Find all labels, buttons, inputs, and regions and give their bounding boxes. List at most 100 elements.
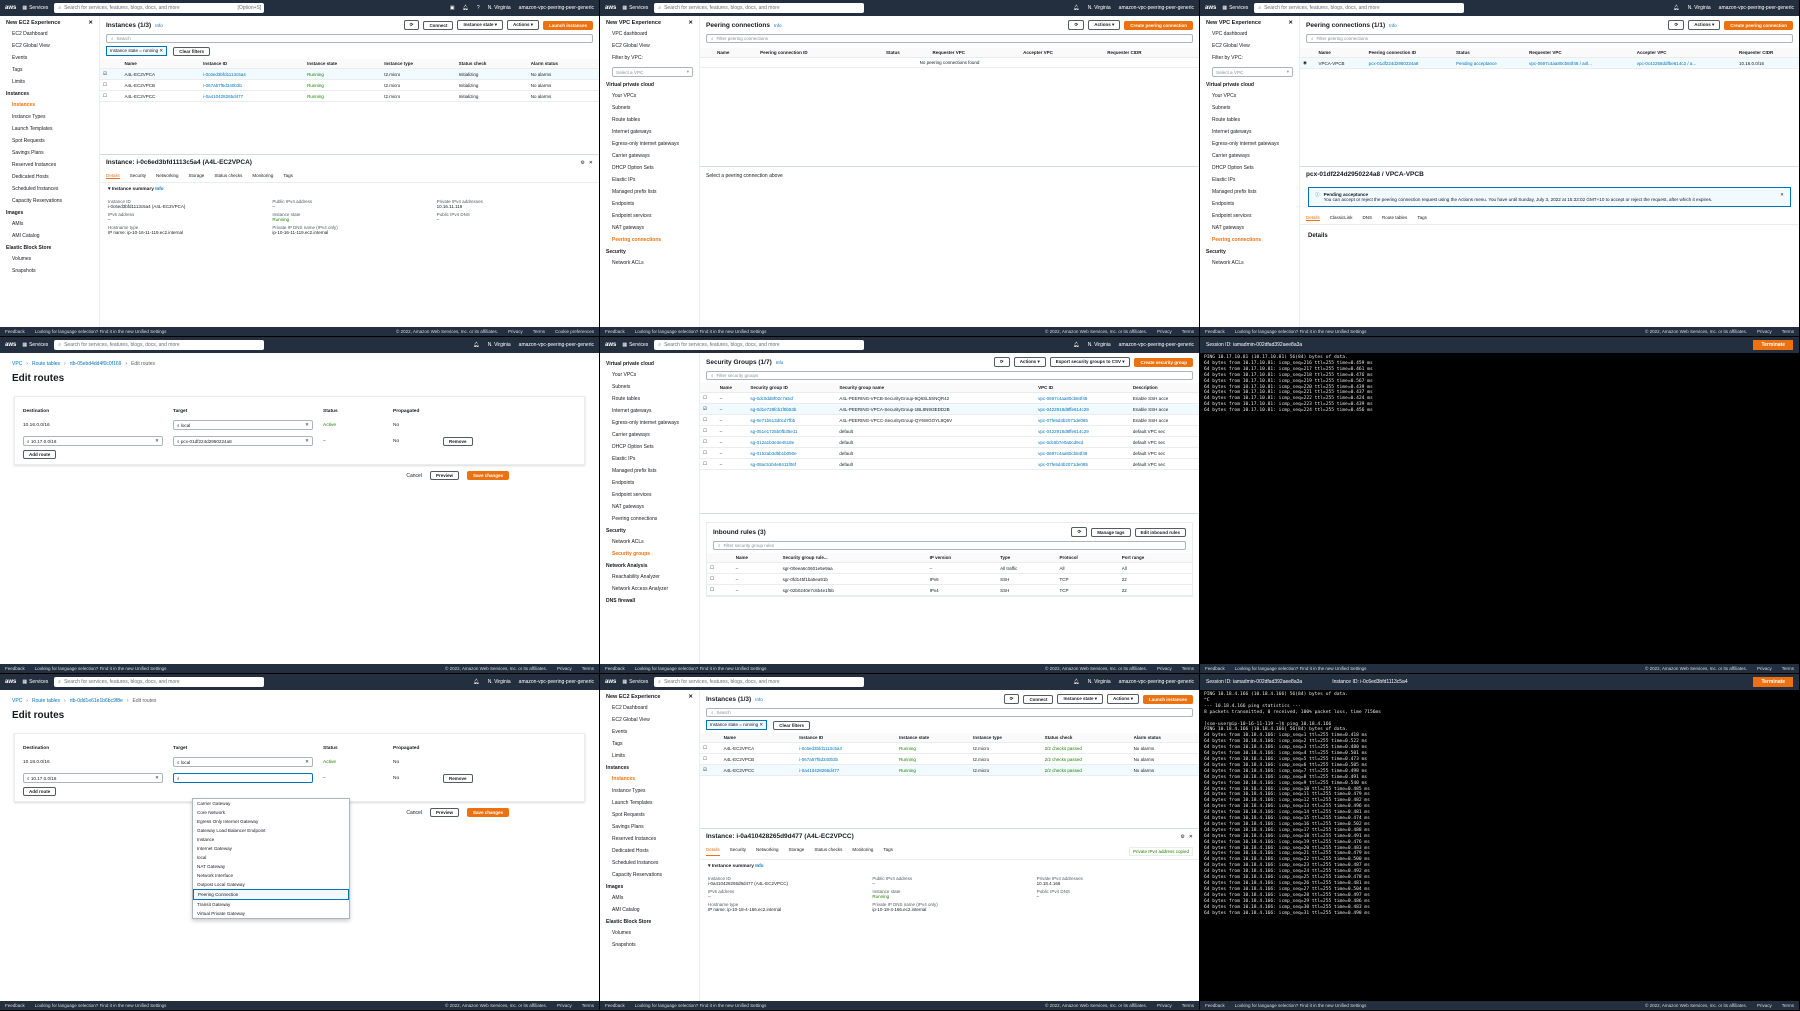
preview-button[interactable]: Preview bbox=[429, 471, 459, 480]
refresh-button[interactable]: ⟳ bbox=[1068, 20, 1085, 30]
services-menu[interactable]: ▦ Services bbox=[22, 679, 48, 685]
sidebar-item[interactable]: Reserved Instances bbox=[12, 162, 93, 168]
tab-tags[interactable]: Tags bbox=[283, 173, 293, 179]
filter-token[interactable]: Instance state = running ✕ bbox=[106, 46, 168, 56]
sidebar-item[interactable]: Tags bbox=[12, 67, 93, 73]
sidebar-item[interactable]: EC2 Dashboard bbox=[12, 31, 93, 37]
close-icon[interactable]: ✕ bbox=[1780, 192, 1784, 202]
save-changes-button[interactable]: Save changes bbox=[466, 808, 509, 817]
connect-button[interactable]: Connect bbox=[423, 20, 454, 30]
sidebar-item[interactable]: Elastic IPs bbox=[612, 456, 693, 462]
services-menu[interactable]: ▦ Services bbox=[1222, 5, 1248, 11]
table-row[interactable]: ☑ – sg-0d1e728fcb1f5b53b A4L-PEERING-VPCA-S… bbox=[700, 403, 1199, 415]
sidebar-item[interactable]: EC2 Global View bbox=[1212, 43, 1293, 49]
bell-icon[interactable]: 🔔︎ bbox=[473, 679, 479, 685]
sidebar-item[interactable]: Endpoints bbox=[612, 201, 693, 207]
tab-security[interactable]: Security bbox=[730, 847, 746, 856]
create-peering-button[interactable]: Create peering connection bbox=[1124, 20, 1193, 30]
table-row[interactable]: ☐ – sg-051e1725b0fb35e11 default vpc-0422918… bbox=[700, 425, 1199, 437]
actions-button[interactable]: Actions ▾ bbox=[1688, 20, 1721, 30]
target-input[interactable]: ⌕ local ✕ bbox=[173, 420, 313, 430]
sidebar-item[interactable]: Carrier gateways bbox=[1212, 153, 1293, 159]
account-menu[interactable]: amazon-vpc-peering-peer-generic bbox=[1119, 5, 1194, 11]
refresh-button[interactable]: ⟳ bbox=[1003, 694, 1020, 704]
sidebar-item[interactable]: Instance Types bbox=[12, 114, 93, 120]
sidebar-group-images[interactable]: Images bbox=[6, 210, 93, 216]
tab-tags[interactable]: Tags bbox=[883, 847, 893, 856]
tab-details[interactable]: Details bbox=[106, 173, 120, 179]
sidebar-item[interactable]: Subnets bbox=[612, 384, 693, 390]
sidebar-item[interactable]: Carrier gateways bbox=[612, 153, 693, 159]
global-search-input[interactable]: ⌕ Search for services, features, blogs, d… bbox=[54, 340, 265, 350]
sidebar-item[interactable]: Route tables bbox=[1212, 117, 1293, 123]
target-input[interactable]: ⌕ bbox=[173, 773, 313, 783]
sidebar-item-peering[interactable]: Peering connections bbox=[1212, 237, 1293, 243]
global-search-input[interactable]: ⌕ Search for services, features, blogs, d… bbox=[54, 677, 265, 687]
region-selector[interactable]: N. Virginia bbox=[488, 5, 511, 11]
remove-button[interactable]: Remove bbox=[443, 436, 473, 446]
region-selector[interactable]: N. Virginia bbox=[1088, 679, 1111, 685]
bell-icon[interactable]: 🔔︎ bbox=[1073, 5, 1079, 11]
sidebar-item[interactable]: Network ACLs bbox=[612, 539, 693, 545]
sidebar-item[interactable]: Egress-only internet gateways bbox=[612, 141, 693, 147]
tab-status-checks[interactable]: Status checks bbox=[814, 847, 842, 856]
tab-classiclink[interactable]: ClassicLink bbox=[1330, 215, 1353, 221]
sidebar-item-peering[interactable]: Peering connections bbox=[612, 237, 693, 243]
tab-storage[interactable]: Storage bbox=[789, 847, 805, 856]
sidebar-item[interactable]: Savings Plans bbox=[12, 150, 93, 156]
launch-instances-button[interactable]: Launch instances bbox=[542, 20, 593, 30]
global-search-input[interactable]: ⌕ Search for services, features, blogs, d… bbox=[654, 3, 865, 13]
target-input[interactable]: ⌕ local ✕ bbox=[173, 757, 313, 767]
close-icon[interactable]: ✕ bbox=[88, 20, 93, 26]
close-icon[interactable]: ✕ bbox=[688, 20, 693, 26]
dropdown-option[interactable]: Internet Gateway bbox=[193, 844, 349, 853]
sidebar-group-ebs[interactable]: Elastic Block Store bbox=[606, 919, 693, 925]
sidebar-item[interactable]: AMI Catalog bbox=[12, 233, 93, 239]
table-row[interactable]: ☐ A4L-EC2VPCC i-0a410428265d477 Running t2.m… bbox=[100, 90, 599, 102]
sidebar-item[interactable]: Endpoints bbox=[612, 480, 693, 486]
sidebar-item[interactable]: NAT gateways bbox=[612, 504, 693, 510]
refresh-button[interactable]: ⟳ bbox=[993, 357, 1010, 367]
table-row[interactable]: ☐ A4L-EC2VPCB i-067a57f5d340b3b Running t2.m… bbox=[700, 753, 1199, 765]
bell-icon[interactable]: 🔔︎ bbox=[463, 5, 469, 11]
sidebar-item[interactable]: Limits bbox=[12, 79, 93, 85]
table-row[interactable]: ☐ – sg-08ac51b4e8411f06f default vpc-07fe5d4… bbox=[700, 458, 1199, 470]
sidebar-item[interactable]: EC2 Global View bbox=[12, 43, 93, 49]
table-row[interactable]: ☑ A4L-EC2VPCA i-0c6ed3bfd1113c5a4 Running t2… bbox=[100, 68, 599, 80]
refresh-button[interactable]: ⟳ bbox=[1668, 20, 1685, 30]
aws-logo[interactable]: aws bbox=[5, 5, 16, 11]
terminate-button[interactable]: Terminate bbox=[1753, 340, 1793, 350]
region-selector[interactable]: N. Virginia bbox=[1688, 5, 1711, 11]
add-route-button[interactable]: Add route bbox=[23, 450, 57, 459]
gear-icon[interactable]: ⚙ bbox=[1180, 834, 1184, 840]
cancel-button[interactable]: Cancel bbox=[406, 473, 422, 479]
sidebar-group-ebs[interactable]: Elastic Block Store bbox=[6, 245, 93, 251]
account-menu[interactable]: amazon-vpc-peering-peer-generic bbox=[1119, 342, 1194, 348]
manage-tags-button[interactable]: Manage tags bbox=[1091, 527, 1131, 537]
bell-icon[interactable]: 🔔︎ bbox=[1073, 679, 1079, 685]
actions-button[interactable]: Actions ▾ bbox=[1088, 20, 1121, 30]
clear-filters-button[interactable]: Clear filters bbox=[773, 720, 810, 730]
table-row[interactable]: ☐ – sg-012a1b3e3e4518e default vpc-0dc5b7e0a… bbox=[700, 436, 1199, 448]
cloudshell-icon[interactable]: ▣ bbox=[450, 5, 455, 11]
clear-filters-button[interactable]: Clear filters bbox=[173, 46, 210, 56]
tab-dns[interactable]: DNS bbox=[1363, 215, 1373, 221]
sidebar-group[interactable]: Virtual private cloud bbox=[1206, 82, 1293, 88]
dropdown-option[interactable]: Network Interface bbox=[193, 871, 349, 880]
tab-tags[interactable]: Tags bbox=[1417, 215, 1427, 221]
create-sg-button[interactable]: Create security group bbox=[1134, 357, 1193, 367]
sidebar-group[interactable]: Security bbox=[1206, 249, 1293, 255]
actions-button[interactable]: Actions ▾ bbox=[506, 20, 539, 30]
sidebar-item[interactable]: Spot Requests bbox=[612, 812, 693, 818]
sidebar-item[interactable]: Events bbox=[612, 729, 693, 735]
tab-details[interactable]: Details bbox=[706, 847, 720, 856]
sidebar-item[interactable]: Limits bbox=[612, 753, 693, 759]
sidebar-item[interactable]: Capacity Reservations bbox=[612, 872, 693, 878]
close-icon[interactable]: ✕ bbox=[589, 160, 593, 166]
sidebar-group[interactable]: Network Analysis bbox=[606, 563, 693, 569]
sidebar-item[interactable]: Endpoint services bbox=[612, 492, 693, 498]
sidebar-item[interactable]: Internet gateways bbox=[612, 129, 693, 135]
global-search-input[interactable]: ⌕ Search for services, features, blogs, d… bbox=[654, 340, 865, 350]
aws-logo[interactable]: aws bbox=[605, 5, 616, 11]
actions-button[interactable]: Actions ▾ bbox=[1013, 357, 1046, 367]
